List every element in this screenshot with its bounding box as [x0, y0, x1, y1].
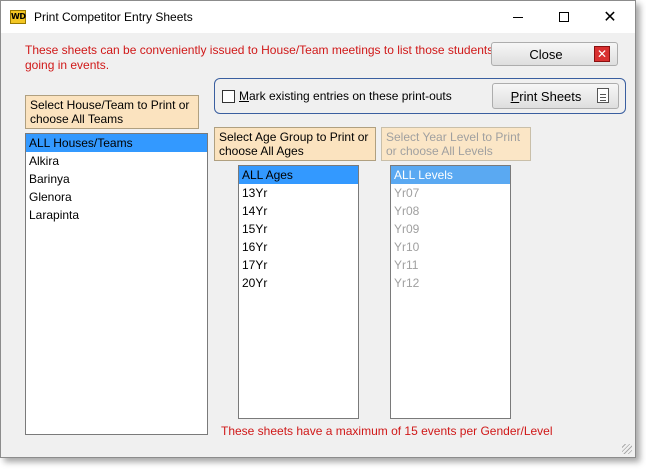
- maximize-button[interactable]: [541, 1, 587, 33]
- minimize-button[interactable]: [495, 1, 541, 33]
- year-list-item: Yr10: [394, 240, 420, 254]
- footer-note: These sheets have a maximum of 15 events…: [221, 424, 553, 438]
- age-list-item[interactable]: 17Yr: [239, 256, 358, 274]
- resize-grip[interactable]: [622, 444, 632, 454]
- window-title: Print Competitor Entry Sheets: [34, 10, 193, 24]
- year-list-item: Yr09: [394, 222, 420, 236]
- age-list-item[interactable]: 14Yr: [239, 202, 358, 220]
- age-list-item[interactable]: 16Yr: [239, 238, 358, 256]
- dialog-window: WD Print Competitor Entry Sheets ✕ These…: [0, 0, 636, 458]
- maximize-icon: [559, 12, 569, 22]
- red-x-icon: ✕: [594, 46, 610, 62]
- age-list-item[interactable]: ALL Ages: [239, 166, 358, 184]
- close-icon: ✕: [603, 7, 617, 26]
- close-button[interactable]: Close ✕: [491, 42, 618, 66]
- window-close-button[interactable]: ✕: [587, 1, 633, 33]
- app-logo-icon: WD: [10, 10, 26, 24]
- house-list-item[interactable]: Glenora: [26, 188, 207, 206]
- house-list-item[interactable]: Barinya: [26, 170, 207, 188]
- year-list-item: Yr12: [394, 276, 420, 290]
- close-button-label: Close: [529, 46, 563, 62]
- house-list[interactable]: ALL Houses/Teams Alkira Barinya Glenora Lara…: [25, 133, 208, 435]
- minimize-icon: [513, 16, 523, 18]
- age-caption: Select Age Group to Print or choose All …: [214, 127, 376, 161]
- year-caption: Select Year Level to Print or choose All…: [381, 127, 531, 161]
- age-list[interactable]: ALL Ages 13Yr 14Yr 15Yr 16Yr 17Yr 20Yr: [238, 165, 359, 419]
- print-options-group: Mark existing entries on these print-out…: [214, 78, 626, 114]
- print-sheets-button[interactable]: Print Sheets: [492, 83, 619, 109]
- info-message: These sheets can be conveniently issued …: [25, 43, 494, 72]
- print-sheets-label: Print Sheets: [510, 88, 582, 104]
- mark-existing-label[interactable]: Mark existing entries on these print-out…: [239, 89, 452, 103]
- title-bar: WD Print Competitor Entry Sheets ✕: [1, 1, 635, 33]
- age-list-item[interactable]: 13Yr: [239, 184, 358, 202]
- year-list-item: ALL Levels: [391, 166, 510, 184]
- house-caption: Select House/Team to Print or choose All…: [25, 95, 199, 129]
- house-list-item[interactable]: Larapinta: [26, 206, 207, 224]
- year-list-item: Yr11: [394, 258, 419, 272]
- house-list-item[interactable]: ALL Houses/Teams: [26, 134, 207, 152]
- year-list-item: Yr07: [394, 186, 420, 200]
- print-mnemonic: P: [510, 88, 520, 104]
- year-list: ALL Levels Yr07 Yr08 Yr09 Yr10 Yr11 Yr12: [390, 165, 511, 419]
- age-list-item[interactable]: 15Yr: [239, 220, 358, 238]
- mark-existing-checkbox[interactable]: [222, 90, 235, 103]
- year-list-item: Yr08: [394, 204, 420, 218]
- house-list-item[interactable]: Alkira: [26, 152, 207, 170]
- mark-existing-label-rest: ark existing entries on these print-outs: [249, 89, 452, 103]
- document-icon: [597, 88, 609, 103]
- age-list-item[interactable]: 20Yr: [239, 274, 358, 292]
